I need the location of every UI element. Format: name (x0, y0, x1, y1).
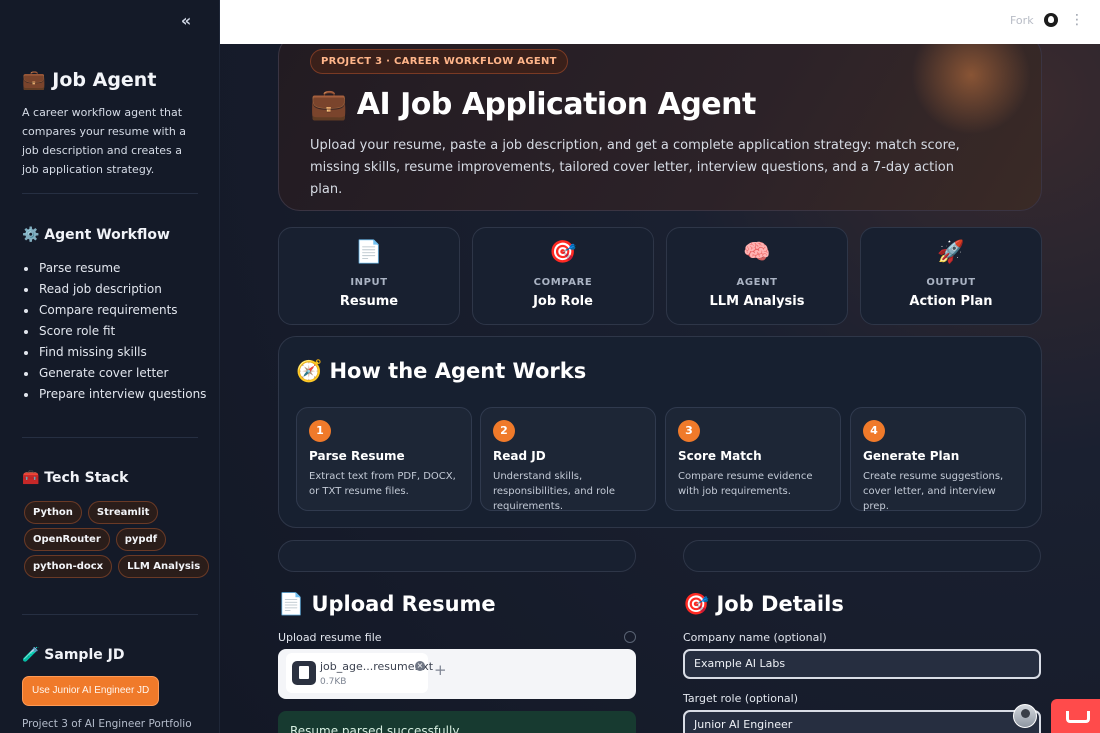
step-description: Compare resume evidence with job require… (678, 471, 813, 497)
step-number: 2 (493, 420, 515, 442)
step-card: 4 Generate Plan Create resume suggestion… (850, 407, 1026, 512)
step-description: Understand skills, responsibilities, and… (493, 471, 616, 512)
stat-card-compare: 🎯 COMPARE Job Role (472, 227, 654, 325)
sidebar-description: A career workflow agent that compares yo… (22, 106, 187, 176)
step-number: 1 (309, 420, 331, 442)
collapse-sidebar-button[interactable]: « (174, 10, 198, 32)
step-title: Score Match (678, 449, 762, 463)
sidebar-divider (22, 193, 198, 194)
file-uploader[interactable]: job_age...resume.txt 0.7KB × + (278, 649, 636, 699)
stat-label: AGENT (736, 277, 778, 288)
sample-jd-heading: 🧪 Sample JD (22, 647, 125, 663)
tech-stack-chips: Python Streamlit OpenRouter pypdf python… (24, 501, 210, 582)
workflow-item: Compare requirements (22, 300, 206, 321)
stat-value: Job Role (533, 294, 593, 309)
company-name-label: Company name (optional) (683, 631, 827, 644)
sidebar: « 💼 Job Agent A career workflow agent th… (0, 0, 220, 733)
tech-chip: OpenRouter (24, 528, 110, 551)
tech-chip: Streamlit (87, 501, 159, 524)
workflow-item: Prepare interview questions (22, 384, 206, 405)
stat-label: INPUT (350, 277, 388, 288)
target-icon: 🎯 (549, 240, 577, 265)
main-content: PROJECT 3 · CAREER WORKFLOW AGENT 💼 AI J… (220, 44, 1100, 733)
workflow-item: Generate cover letter (22, 363, 206, 384)
success-message: Resume parsed successfully (290, 724, 460, 733)
document-icon: 📄 (355, 240, 383, 265)
how-it-works-card: 🧭 How the Agent Works 1 Parse Resume Ext… (278, 336, 1042, 528)
step-card: 2 Read JD Understand skills, responsibil… (480, 407, 656, 512)
stat-label: COMPARE (533, 277, 593, 288)
workflow-item: Read job description (22, 279, 206, 300)
step-title: Parse Resume (309, 449, 405, 463)
step-description: Extract text from PDF, DOCX, or TXT resu… (309, 471, 456, 497)
step-card: 1 Parse Resume Extract text from PDF, DO… (296, 407, 472, 511)
how-it-works-title: 🧭 How the Agent Works (296, 359, 587, 383)
page-subtitle: Upload your resume, paste a job descript… (310, 138, 960, 197)
stat-value: Resume (339, 294, 399, 309)
page-title: 💼 AI Job Application Agent (310, 87, 756, 122)
target-role-input[interactable]: Junior AI Engineer (683, 710, 1041, 733)
section-header-pill (683, 540, 1041, 572)
main-menu-icon[interactable]: ⋮ (1070, 12, 1084, 28)
github-icon[interactable] (1044, 13, 1058, 27)
hero-glow (911, 44, 1031, 135)
job-details-title: 🎯 Job Details (683, 592, 844, 616)
fork-button[interactable]: Fork (1010, 14, 1034, 27)
stat-value: LLM Analysis (709, 294, 805, 309)
stat-label: OUTPUT (926, 277, 976, 288)
add-file-icon[interactable]: + (434, 661, 447, 679)
use-sample-jd-button[interactable]: Use Junior AI Engineer JD (22, 676, 160, 706)
hero-card: PROJECT 3 · CAREER WORKFLOW AGENT 💼 AI J… (278, 44, 1042, 211)
workflow-item: Find missing skills (22, 342, 206, 363)
sidebar-divider (22, 614, 198, 615)
tech-chip: Python (24, 501, 82, 524)
rocket-icon: 🚀 (937, 240, 965, 265)
upload-resume-title: 📄 Upload Resume (278, 592, 496, 616)
project-badge: PROJECT 3 · CAREER WORKFLOW AGENT (310, 49, 568, 74)
remove-file-icon[interactable]: × (415, 661, 425, 671)
stat-card-agent: 🧠 AGENT LLM Analysis (666, 227, 848, 325)
sidebar-title: 💼 Job Agent (22, 69, 157, 91)
avatar[interactable] (1013, 704, 1037, 728)
stat-card-output: 🚀 OUTPUT Action Plan (860, 227, 1042, 325)
step-number: 3 (678, 420, 700, 442)
workflow-heading: ⚙️ Agent Workflow (22, 227, 170, 243)
step-description: Create resume suggestions, cover letter,… (863, 471, 1004, 512)
file-icon (292, 661, 316, 685)
company-name-input[interactable]: Example AI Labs (683, 649, 1041, 679)
workflow-item: Score role fit (22, 321, 206, 342)
workflow-item: Parse resume (22, 258, 206, 279)
sidebar-footer: Project 3 of AI Engineer Portfolio (22, 718, 192, 730)
step-title: Generate Plan (863, 449, 960, 463)
help-icon[interactable] (624, 631, 636, 643)
streamlit-crown-icon[interactable] (1051, 699, 1100, 733)
tech-chip: LLM Analysis (118, 555, 210, 578)
step-number: 4 (863, 420, 885, 442)
uploaded-file: job_age...resume.txt 0.7KB × (286, 653, 433, 693)
upload-label: Upload resume file (278, 631, 382, 644)
sidebar-divider (22, 437, 198, 438)
step-card: 3 Score Match Compare resume evidence wi… (665, 407, 841, 511)
tech-chip: pypdf (115, 528, 167, 551)
stat-card-input: 📄 INPUT Resume (278, 227, 460, 325)
step-title: Read JD (493, 449, 546, 463)
top-bar: Fork ⋮ (220, 0, 1100, 44)
success-alert: Resume parsed successfully (278, 711, 636, 733)
target-role-label: Target role (optional) (683, 692, 799, 705)
tech-stack-heading: 🧰 Tech Stack (22, 470, 129, 486)
section-header-pill (278, 540, 636, 572)
file-size: 0.7KB (320, 677, 347, 687)
stat-value: Action Plan (909, 294, 993, 309)
tech-chip: python-docx (24, 555, 113, 578)
workflow-list: Parse resume Read job description Compar… (22, 258, 206, 405)
brain-icon: 🧠 (743, 240, 771, 265)
